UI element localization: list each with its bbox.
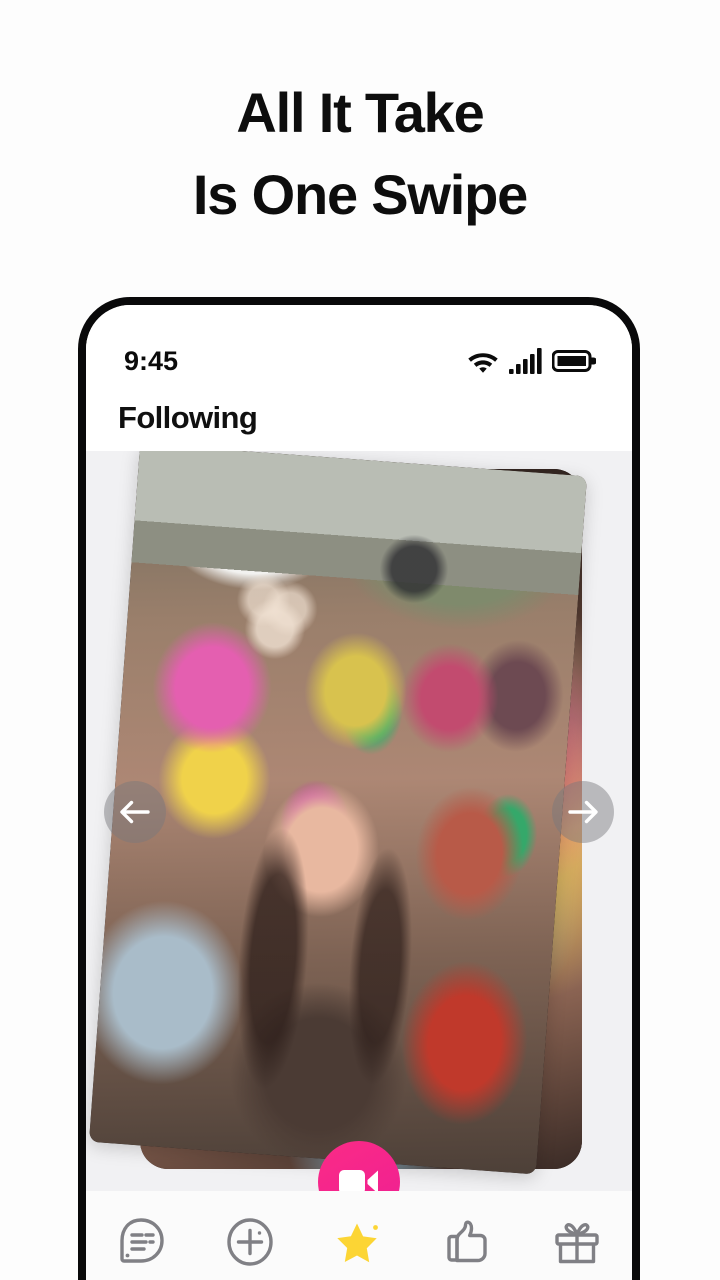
card-stage	[86, 451, 632, 1191]
phone-mockup: 9:45 Following	[78, 297, 640, 1280]
thumbs-up-icon	[447, 1220, 487, 1263]
wifi-icon	[468, 353, 498, 373]
status-icon-group	[466, 348, 596, 374]
gift-icon	[555, 1223, 600, 1264]
cellular-signal-icon	[509, 348, 542, 374]
star-icon	[337, 1223, 378, 1263]
tab-favorites[interactable]	[316, 1207, 402, 1279]
next-card-button[interactable]	[552, 781, 614, 843]
tab-messages[interactable]	[98, 1207, 184, 1279]
chat-bubble-icon	[119, 1218, 164, 1263]
video-camera-icon	[339, 1170, 378, 1191]
headline-line-1: All It Take	[236, 81, 484, 144]
status-bar: 9:45	[86, 305, 632, 387]
battery-icon	[552, 350, 596, 372]
bottom-tab-bar	[86, 1191, 632, 1280]
headline-line-2: Is One Swipe	[192, 163, 528, 226]
app-header: Following	[86, 387, 632, 449]
arrow-right-icon	[568, 800, 598, 824]
app-header-title: Following	[118, 400, 258, 435]
status-clock: 9:45	[124, 345, 179, 376]
tab-likes[interactable]	[425, 1207, 511, 1279]
prev-card-button[interactable]	[104, 781, 166, 843]
promo-screenshot: All It Take Is One Swipe 9:45 Following	[0, 0, 720, 1280]
tab-gifts[interactable]	[534, 1207, 620, 1279]
arrow-left-icon	[120, 800, 150, 824]
tab-add[interactable]	[207, 1207, 293, 1279]
plus-circle-icon	[227, 1218, 273, 1266]
page-title: All It Take Is One Swipe	[0, 72, 720, 236]
